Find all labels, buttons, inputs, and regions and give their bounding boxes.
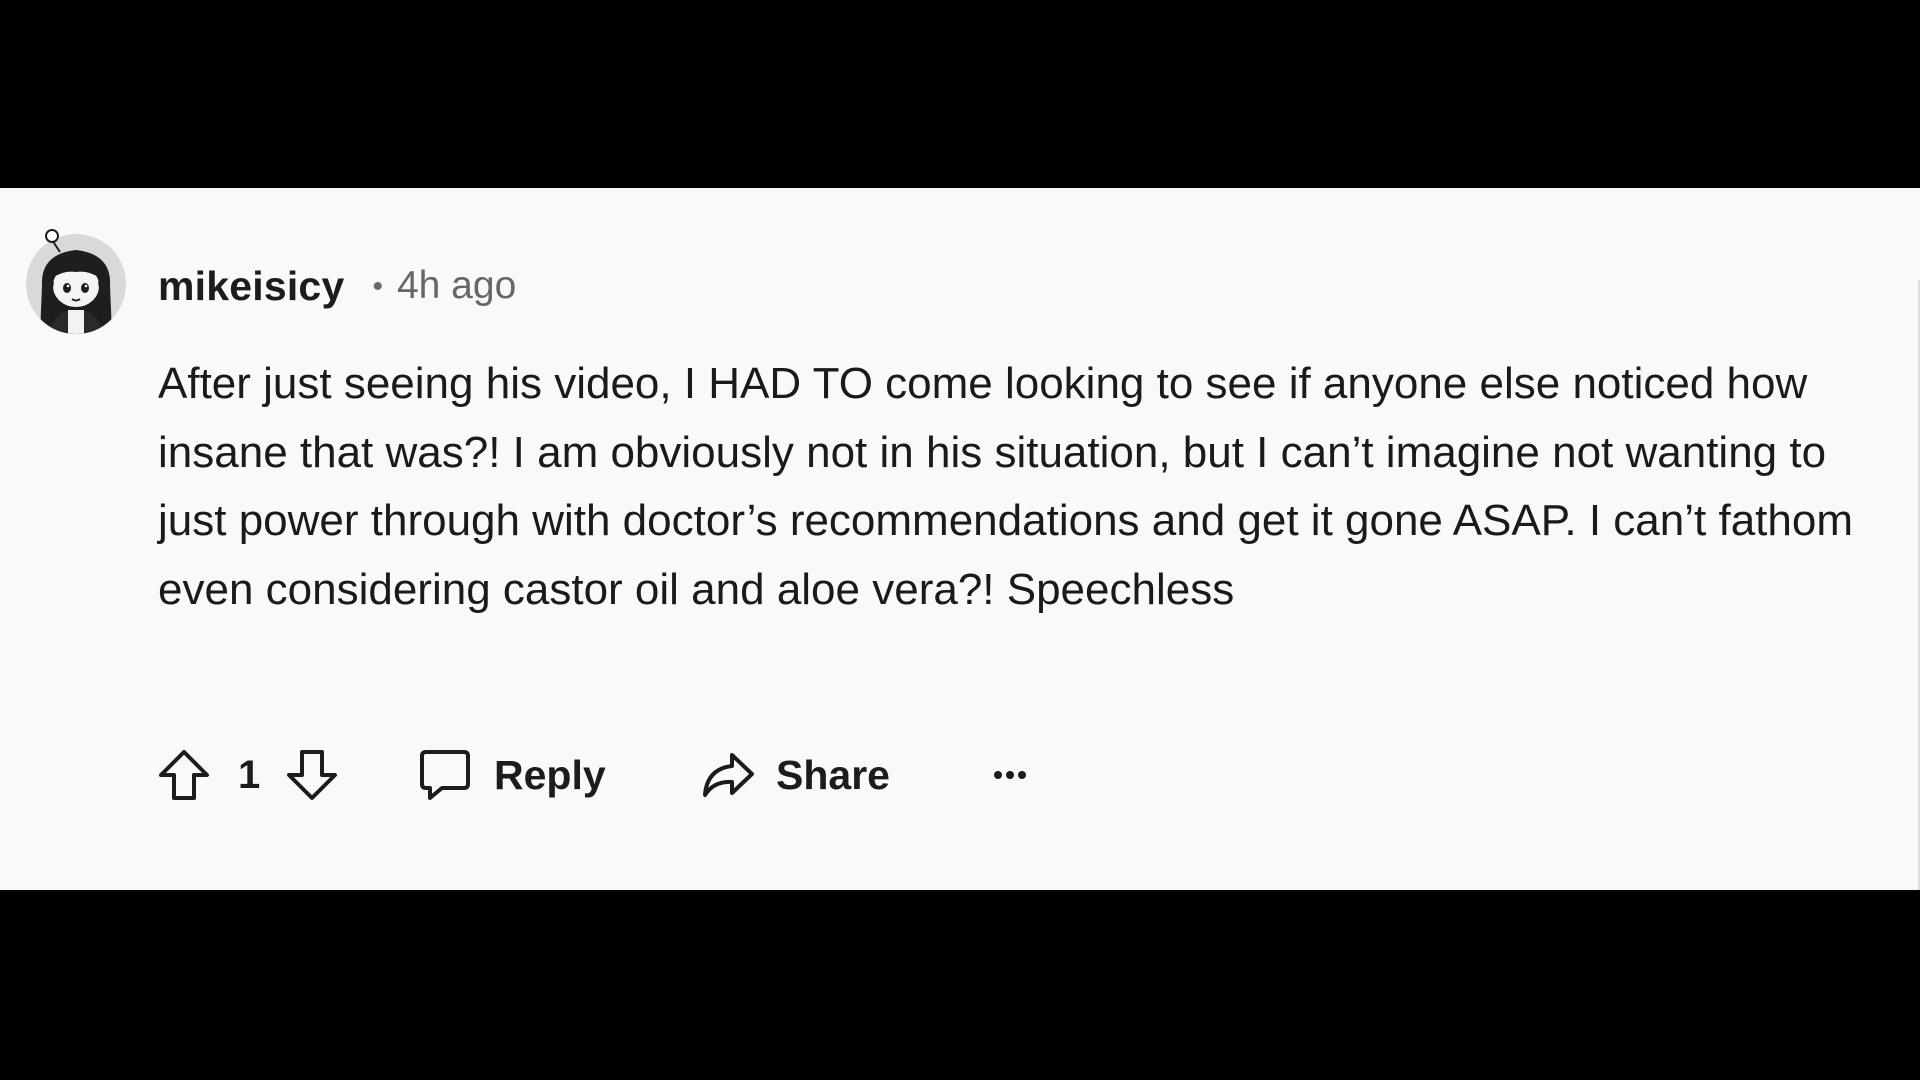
more-options-button[interactable] <box>990 740 1030 810</box>
vote-count: 1 <box>238 752 261 797</box>
comment-actions: 1 Reply Share <box>156 740 1056 810</box>
screenshot-frame: mikeisicy • 4h ago After just seeing his… <box>0 0 1920 1080</box>
more-options-icon <box>994 771 1026 779</box>
share-label: Share <box>776 751 890 798</box>
comment-card: mikeisicy • 4h ago After just seeing his… <box>0 188 1920 890</box>
comment-body: After just seeing his video, I HAD TO co… <box>158 359 1853 614</box>
upvote-button[interactable] <box>156 740 212 810</box>
vote-count-wrap: 1 <box>238 740 260 810</box>
username-link[interactable]: mikeisicy <box>158 263 344 310</box>
upvote-icon <box>159 750 209 800</box>
meta-separator: • <box>372 270 383 303</box>
reply-button[interactable]: Reply <box>418 740 606 810</box>
share-arrow-icon <box>703 753 754 797</box>
avatar-icon <box>26 229 126 334</box>
reply-label: Reply <box>494 751 606 798</box>
reply-bubble-icon <box>420 750 470 800</box>
comment-timestamp: 4h ago <box>396 264 517 307</box>
comment-meta: mikeisicy • 4h ago <box>158 262 516 310</box>
downvote-button[interactable] <box>284 740 340 810</box>
downvote-icon <box>287 750 337 800</box>
share-button[interactable]: Share <box>700 740 890 810</box>
user-avatar[interactable] <box>22 226 130 334</box>
